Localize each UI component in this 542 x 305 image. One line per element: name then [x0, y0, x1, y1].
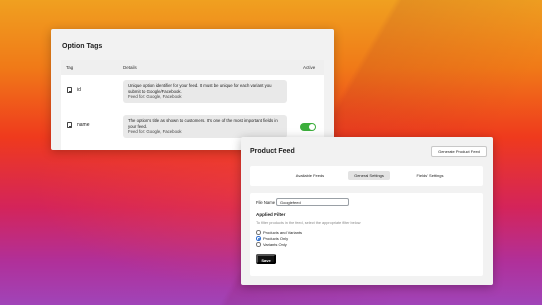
- radio-button[interactable]: [256, 242, 261, 247]
- tag-name: id: [77, 87, 81, 93]
- tag-description: The option's title as shown to customers…: [128, 118, 278, 129]
- filter-option-label: Products Only: [263, 235, 289, 241]
- applied-filter-title: Applied Filter: [256, 212, 286, 217]
- document-icon: [67, 87, 72, 93]
- active-toggle[interactable]: [300, 123, 316, 131]
- generate-product-feed-button[interactable]: Generate Product Feed: [431, 146, 487, 157]
- radio-button[interactable]: [256, 236, 261, 241]
- file-name-label: File Name: [256, 200, 276, 205]
- table-row: id Unique option identifier for your fee…: [61, 77, 324, 113]
- tag-feed-for: Feed for: Google, Facebook: [128, 129, 182, 134]
- tab-available-feeds[interactable]: Available Feeds: [290, 171, 330, 180]
- save-button[interactable]: Save: [256, 254, 276, 264]
- product-feed-window: Product Feed Generate Product Feed Avail…: [241, 137, 493, 285]
- column-header-active: Active: [303, 65, 316, 70]
- tag-name: name: [77, 122, 90, 128]
- table-header: Tag Details Active: [61, 60, 324, 75]
- tag-feed-for: Feed for: Google, Facebook: [128, 94, 182, 99]
- document-icon: [67, 122, 72, 128]
- radio-button[interactable]: [256, 230, 261, 235]
- tab-fields-settings[interactable]: Fields' Settings: [410, 171, 450, 180]
- option-tags-title: Option Tags: [62, 43, 103, 50]
- option-tags-window: Option Tags Tag Details Active id Unique…: [51, 29, 334, 150]
- tab-general-settings[interactable]: General Settings: [348, 171, 390, 180]
- column-header-details: Details: [123, 65, 137, 70]
- file-name-input[interactable]: Googlefeed: [276, 198, 349, 206]
- applied-filter-hint: To filter products in the feed, select t…: [256, 221, 361, 225]
- filter-option-label: Products and Variants: [263, 229, 303, 235]
- settings-tabs: Available Feeds General Settings Fields'…: [250, 166, 483, 186]
- column-header-tag: Tag: [66, 65, 74, 70]
- product-feed-title: Product Feed: [250, 148, 295, 155]
- tag-detail: Unique option identifier for your feed. …: [123, 80, 287, 103]
- general-settings-form: File Name Googlefeed Applied Filter To f…: [250, 193, 483, 276]
- filter-option-label: Variants Only: [263, 241, 287, 247]
- tag-description: Unique option identifier for your feed. …: [128, 83, 272, 94]
- tag-detail: The option's title as shown to customers…: [123, 115, 287, 138]
